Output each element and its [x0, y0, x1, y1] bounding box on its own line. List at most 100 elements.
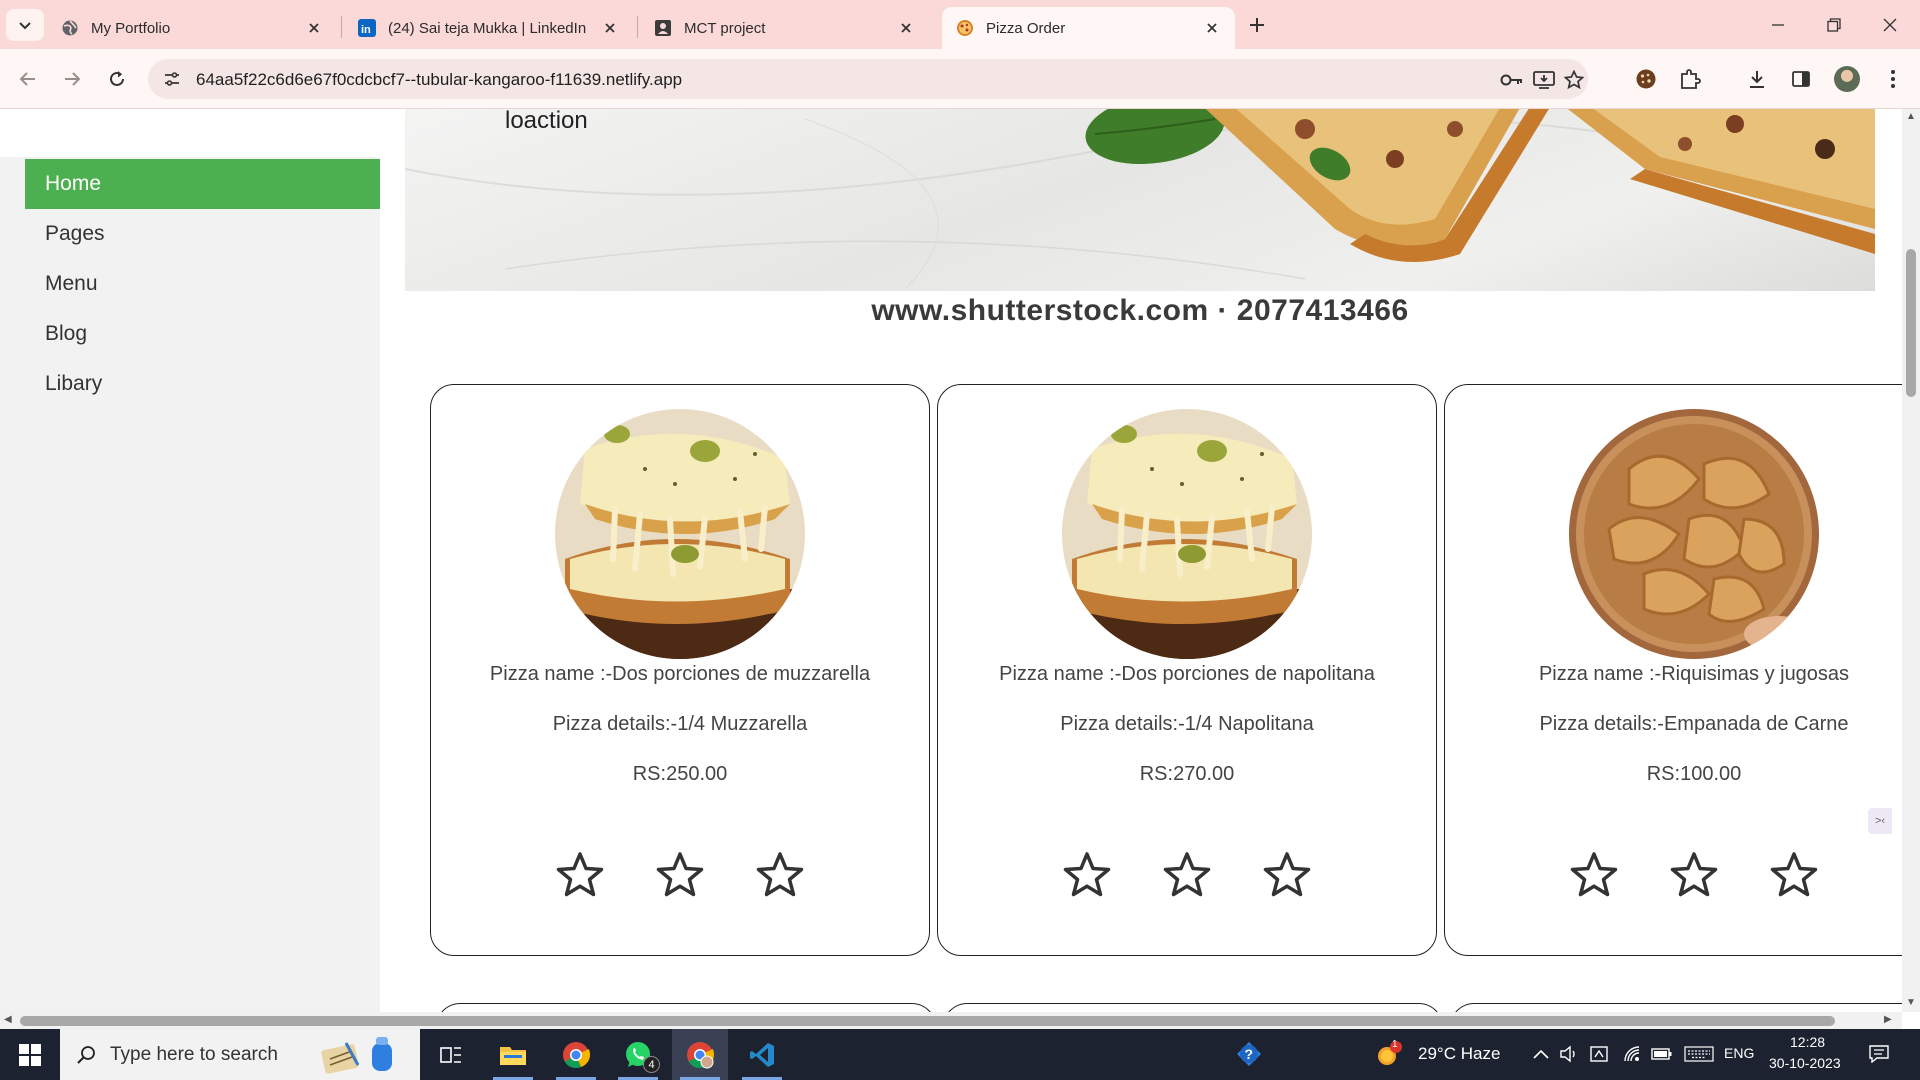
scroll-up-arrow-icon[interactable]: ▲ — [1906, 111, 1916, 122]
plus-icon — [1250, 18, 1264, 32]
clock-time[interactable]: 12:28 — [1790, 1034, 1825, 1050]
notifications-icon[interactable] — [1868, 1043, 1890, 1065]
pizza-photo — [1062, 409, 1312, 659]
folder-icon — [500, 1046, 526, 1065]
scroll-down-arrow-icon[interactable]: ▼ — [1906, 997, 1916, 1008]
sidebar-item-home[interactable]: Home — [25, 159, 380, 209]
star-icon[interactable] — [1263, 851, 1311, 899]
horizontal-scroll-thumb[interactable] — [20, 1016, 1835, 1026]
browser-toolbar: 64aa5f22c6d6e67f0cdcbcf7--tubular-kangar… — [0, 49, 1920, 109]
install-app-icon[interactable] — [1532, 69, 1556, 91]
bookmark-star-icon[interactable] — [1562, 69, 1586, 91]
reload-button[interactable] — [100, 62, 134, 96]
cookie-extension-button[interactable] — [1629, 62, 1663, 96]
reload-icon — [110, 71, 124, 86]
restore-button[interactable] — [1806, 0, 1862, 49]
tab-title: (24) Sai teja Mukka | LinkedIn — [388, 19, 587, 37]
task-view-icon — [440, 1046, 461, 1063]
whatsapp-taskbar-button[interactable]: 4 — [610, 1029, 666, 1080]
sidebar-top-gap — [0, 109, 380, 157]
star-icon[interactable] — [656, 851, 704, 899]
close-tab-icon[interactable] — [895, 17, 917, 39]
vscode-icon — [750, 1042, 774, 1067]
taskbar-search-box[interactable]: Type here to search — [60, 1029, 420, 1080]
file-explorer-button[interactable] — [485, 1029, 541, 1080]
tab-pizza-order[interactable]: Pizza Order — [942, 7, 1235, 49]
weather-icon[interactable]: 1 — [1374, 1039, 1404, 1069]
star-icon[interactable] — [1670, 851, 1718, 899]
tab-search-button[interactable] — [6, 9, 44, 41]
chrome-taskbar-button[interactable] — [548, 1029, 604, 1080]
pizza-card-partial — [436, 1003, 936, 1012]
tab-linkedin[interactable]: in (24) Sai teja Mukka | LinkedIn — [344, 7, 633, 49]
star-icon[interactable] — [1163, 851, 1211, 899]
chevron-up-icon[interactable] — [1530, 1043, 1552, 1065]
scroll-right-arrow-icon[interactable]: ▶ — [1884, 1014, 1892, 1025]
restore-icon — [1827, 17, 1841, 32]
pizza-hero-photo — [405, 109, 1875, 290]
keyboard-icon[interactable] — [1684, 1043, 1714, 1065]
star-icon[interactable] — [556, 851, 604, 899]
star-icon[interactable] — [1770, 851, 1818, 899]
tab-mct-project[interactable]: MCT project — [640, 7, 929, 49]
browser-menu-button[interactable] — [1876, 62, 1910, 96]
pizza-card-partial — [1450, 1003, 1902, 1012]
back-button[interactable] — [11, 62, 45, 96]
tab-title: MCT project — [684, 19, 766, 37]
meet-now-icon[interactable] — [1588, 1043, 1610, 1065]
site-info-icon[interactable] — [162, 69, 182, 89]
vscode-taskbar-button[interactable] — [734, 1029, 790, 1080]
weather-text[interactable]: 29°C Haze — [1418, 1044, 1500, 1064]
help-icon[interactable]: ? — [1236, 1041, 1262, 1067]
sidebar-item-libary[interactable]: Libary — [25, 359, 380, 409]
task-view-button[interactable] — [423, 1029, 479, 1080]
minimize-button[interactable] — [1750, 0, 1806, 49]
page-viewport: Home Pages Menu Blog Libary loaction www… — [0, 109, 1902, 1012]
wifi-icon[interactable] — [1622, 1043, 1644, 1065]
close-tab-icon[interactable] — [599, 17, 621, 39]
sidebar-item-pages[interactable]: Pages — [25, 209, 380, 259]
download-icon — [1750, 71, 1764, 88]
clock-date[interactable]: 30-10-2023 — [1769, 1055, 1841, 1071]
close-tab-icon[interactable] — [1201, 17, 1223, 39]
address-bar[interactable]: 64aa5f22c6d6e67f0cdcbcf7--tubular-kangar… — [148, 59, 1588, 99]
minimize-icon — [1772, 23, 1784, 26]
forward-button[interactable] — [55, 62, 89, 96]
globe-icon — [61, 19, 79, 37]
start-button[interactable] — [0, 1029, 60, 1080]
battery-icon[interactable] — [1651, 1043, 1673, 1065]
language-indicator[interactable]: ENG — [1724, 1045, 1754, 1061]
pizza-photo — [555, 409, 805, 659]
sidebar-item-menu[interactable]: Menu — [25, 259, 380, 309]
rating-stars — [938, 851, 1436, 899]
new-tab-button[interactable] — [1243, 11, 1271, 39]
close-tab-icon[interactable] — [303, 17, 325, 39]
close-icon — [1883, 18, 1897, 31]
floating-extension-widget[interactable]: >‹ — [1868, 808, 1892, 834]
star-icon[interactable] — [756, 851, 804, 899]
profile-button[interactable] — [1830, 62, 1864, 96]
speaker-icon[interactable] — [1558, 1043, 1580, 1065]
rating-stars — [1445, 851, 1902, 899]
horizontal-scrollbar[interactable]: ◀ ▶ — [0, 1012, 1902, 1029]
key-icon[interactable] — [1500, 69, 1524, 91]
tab-my-portfolio[interactable]: My Portfolio — [47, 7, 337, 49]
star-icon[interactable] — [1570, 851, 1618, 899]
star-icon[interactable] — [1063, 851, 1111, 899]
pizza-card-partial — [943, 1003, 1443, 1012]
vertical-scrollbar[interactable]: ▲ ▼ — [1902, 109, 1920, 1012]
downloads-button[interactable] — [1740, 62, 1774, 96]
sidebar-item-blog[interactable]: Blog — [25, 309, 380, 359]
scroll-left-arrow-icon[interactable]: ◀ — [4, 1014, 12, 1025]
weather-alert-badge: 1 — [1392, 1039, 1398, 1050]
side-panel-button[interactable] — [1784, 62, 1818, 96]
pizza-card: Pizza name :-Riquisimas y jugosas Pizza … — [1444, 384, 1902, 956]
search-icon — [77, 1045, 95, 1064]
chrome-profile-taskbar-button[interactable] — [672, 1029, 728, 1080]
vertical-scroll-thumb[interactable] — [1906, 249, 1916, 397]
close-window-button[interactable] — [1862, 0, 1918, 49]
extensions-button[interactable] — [1673, 62, 1707, 96]
pizza-name: Pizza name :-Dos porciones de muzzarella — [489, 663, 871, 685]
url-text: 64aa5f22c6d6e67f0cdcbcf7--tubular-kangar… — [196, 70, 683, 89]
image-watermark: www.shutterstock.com · 2077413466 — [871, 294, 1409, 327]
